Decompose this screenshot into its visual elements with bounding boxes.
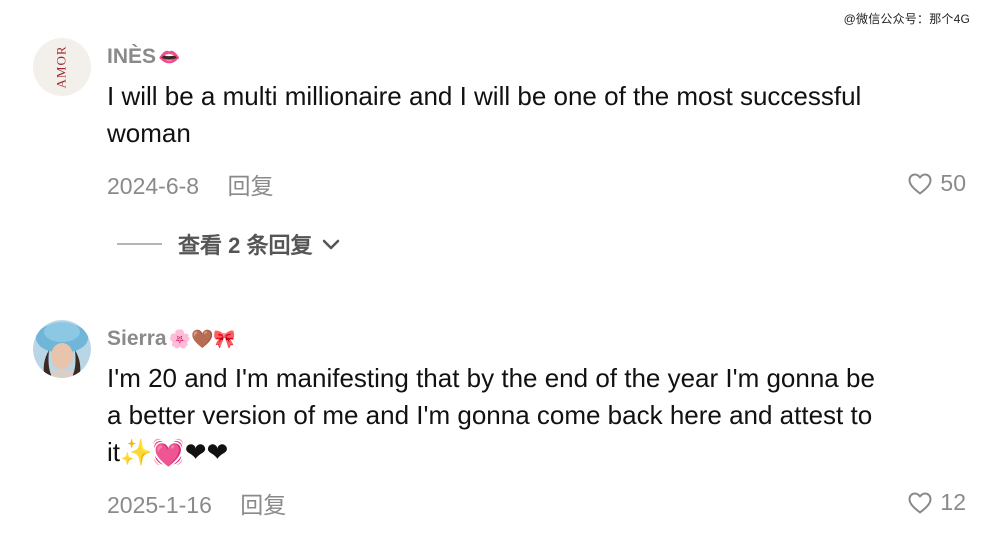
comment-meta: 2025-1-16 回复	[107, 486, 286, 520]
username-emoji: 👄	[158, 47, 181, 67]
username-emoji: 🌸🤎🎀	[168, 329, 236, 349]
heart-outline-icon	[908, 492, 932, 514]
comment-text: I'm 20 and I'm manifesting that by the e…	[107, 363, 875, 467]
chevron-down-icon	[322, 231, 340, 257]
comment-text: I will be a multi millionaire and I will…	[107, 81, 862, 148]
username-text: INÈS	[107, 45, 157, 68]
view-replies-label: 查看 2 条回复	[178, 233, 313, 258]
comment-username[interactable]: INÈS 👄	[107, 45, 180, 69]
like-count: 50	[940, 170, 966, 196]
heart-outline-icon	[908, 173, 932, 195]
avatar[interactable]: AMOR	[33, 38, 91, 96]
comment-username[interactable]: Sierra 🌸🤎🎀	[107, 327, 236, 351]
avatar-photo	[33, 320, 91, 378]
comment-item: AMOR INÈS 👄 I will be a multi millionaire…	[0, 0, 1000, 280]
like-count: 12	[940, 489, 966, 515]
comment-date: 2025-1-16	[107, 492, 212, 518]
comment-meta: 2024-6-8 回复	[107, 167, 273, 201]
comment-item: Sierra 🌸🤎🎀 I'm 20 and I'm manifesting tha…	[0, 300, 1000, 544]
divider-line	[117, 243, 162, 245]
like-button[interactable]: 50	[908, 170, 966, 197]
reply-button[interactable]: 回复	[240, 492, 286, 518]
username-text: Sierra	[107, 327, 167, 350]
view-replies-button[interactable]: 查看 2 条回复	[117, 228, 340, 260]
comment-date: 2024-6-8	[107, 173, 200, 199]
like-button[interactable]: 12	[908, 489, 966, 516]
avatar-logo-text: AMOR	[53, 45, 69, 89]
reply-button[interactable]: 回复	[227, 173, 273, 199]
avatar[interactable]	[33, 320, 91, 378]
